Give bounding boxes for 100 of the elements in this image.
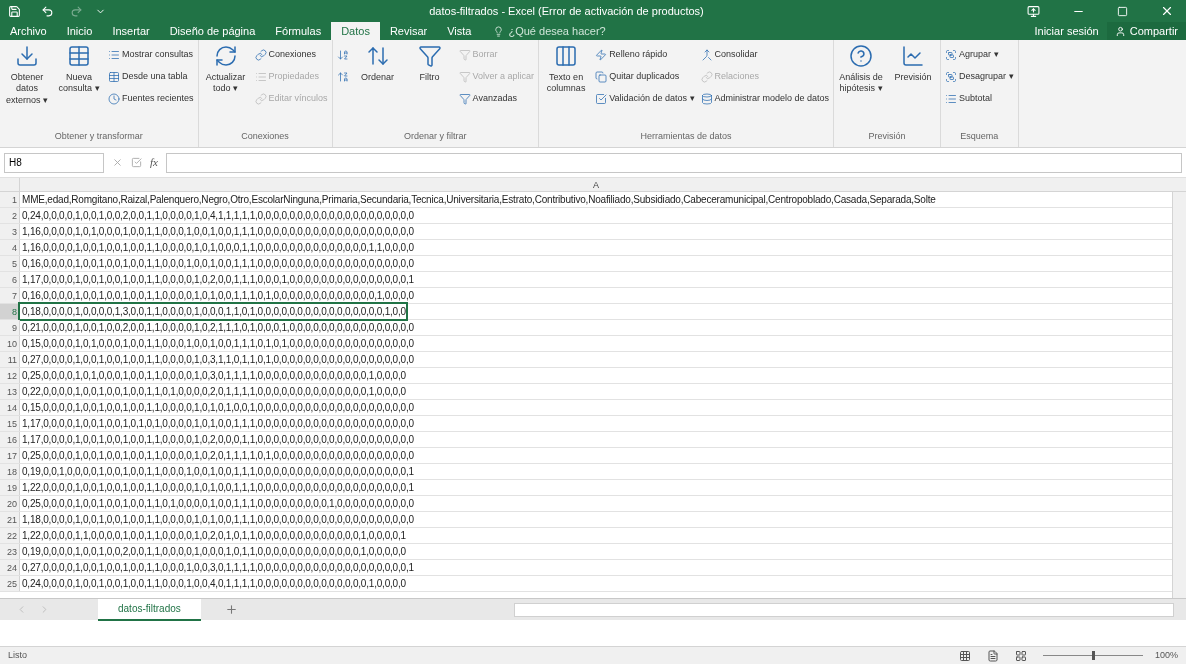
close-icon[interactable] [1160,4,1174,18]
row-header[interactable]: 1 [0,192,20,207]
enter-icon[interactable] [131,157,142,168]
normal-view-icon[interactable] [958,649,971,662]
tell-me-field[interactable]: ¿Qué desea hacer? [485,22,637,40]
ribbon-button[interactable]: Desagrupar ▾ [943,66,1016,88]
ribbon-tab[interactable]: Vista [437,22,482,40]
ribbon-button[interactable]: Agrupar ▾ [943,44,1016,66]
row-header[interactable]: 9 [0,320,20,335]
ribbon-group-label: Ordenar y filtrar [403,129,468,143]
row-header[interactable]: 18 [0,464,20,479]
ribbon-button[interactable]: Administrar modelo de datos [698,88,832,110]
formula-field[interactable] [165,152,1182,173]
ribbon-button[interactable]: Mostrar consultas [106,44,196,66]
row-header[interactable]: 7 [0,288,20,303]
ribbon-tab[interactable]: Diseño de página [159,22,266,40]
row-header[interactable]: 20 [0,496,20,511]
sign-in-link[interactable]: Iniciar sesión [1026,22,1107,40]
zoom-thumb[interactable] [1091,651,1095,660]
ribbon-button[interactable]: Actualizar todo ▾ [200,44,251,95]
ribbon-button[interactable]: Subtotal [943,88,1016,110]
database-icon [700,93,713,105]
table-cell-text: 0,27,0,0,0,0,1,0,0,1,0,0,1,0,0,1,1,0,0,0,0,1,0,3,1,1,0,1,1,0,1,0,0,0,0,0,0,0,0,0,0,0,0,0,0,0,0,0,0 [21,353,414,367]
ribbon-tab[interactable]: Datos [331,22,380,40]
table-cell-text: MME,edad,Romgitano,Raizal,Palenquero,Negro,Otro,EscolarNinguna,Primaria,Secundaria,Tecnica,Universitaria,Estrato,Contributivo,Noafiliado,Subsidiado,Cabeceramunicipal,Centropoblado,Casada,Separada,Solte [21,193,936,207]
row-header[interactable]: 17 [0,448,20,463]
table-cell: 0,18,0,0,0,0,1,0,0,0,0,1,3,0,0,1,1,0,0,0,0,1,0,0,0,1,1,0,1,0,0,0,0,0,0,0,0,0,0,0,0,0,0,0,0,1,0,0 [20,304,406,319]
ribbon-button[interactable]: Quitar duplicados [593,66,697,88]
row-header[interactable]: 11 [0,352,20,367]
sort-ascending-icon [336,49,349,61]
ribbon-tab[interactable]: Insertar [102,22,160,40]
row-header[interactable]: 16 [0,432,20,447]
ribbon-button[interactable]: Relleno rápido [593,44,697,66]
row-header[interactable]: 24 [0,560,20,575]
row-header[interactable]: 6 [0,272,20,287]
insert-function-button[interactable]: fx [150,154,158,171]
ribbon-button[interactable]: Texto en columnas [541,44,592,95]
window-title: datos-filtrados - Excel (Error de activación de productos) [428,3,705,19]
zoom-level[interactable]: 100% [1154,648,1178,663]
row-header[interactable]: 12 [0,368,20,383]
horizontal-scrollbar[interactable] [514,602,1174,617]
row-header[interactable]: 25 [0,576,20,591]
group-icon [945,71,958,83]
ribbon-tab[interactable]: Inicio [56,22,103,40]
row-header[interactable]: 22 [0,528,20,543]
ribbon-button[interactable]: Nueva consulta ▾ [54,44,104,95]
table-cell-text: 0,16,0,0,0,0,1,0,0,1,0,0,1,0,0,1,1,0,0,0,0,1,0,1,0,0,1,1,1,0,1,0,0,0,0,0,0,0,0,0,0,0,0,0,1,0,0,0,0 [21,289,414,303]
row-header[interactable]: 4 [0,240,20,255]
page-layout-icon[interactable] [986,649,999,662]
ribbon-button[interactable]: Filtro [404,44,455,84]
table-cell-text: 1,16,0,0,0,0,1,0,0,1,0,0,1,0,0,1,1,0,0,0,0,1,0,1,0,0,0,1,1,0,0,0,0,0,0,0,0,0,0,0,0,0,0,1,1,0,0,0,0 [21,241,414,255]
sort-icon [365,44,390,68]
refresh-icon [213,44,238,68]
ribbon-button[interactable]: Consolidar [698,44,832,66]
table-cell-text: 0,21,0,0,0,0,1,0,0,1,0,0,2,0,0,1,1,0,0,0,0,1,0,2,1,1,1,0,1,0,0,0,1,0,0,0,0,0,0,0,0,0,0,0,0,0,0,0,0 [21,321,414,335]
sheet-tab[interactable]: datos-filtrados [98,598,201,621]
filter-icon [458,49,471,61]
ribbon-button[interactable]: Previsión [888,44,939,84]
vertical-scrollbar[interactable] [1172,192,1186,598]
undo-icon[interactable] [41,4,54,18]
table-cell-text: 0,15,0,0,0,0,1,0,0,1,0,0,1,0,0,1,1,0,0,0,0,1,0,1,0,1,0,0,1,0,0,0,0,0,0,0,0,0,0,0,0,0,0,0,0,0,0,0,0 [21,401,414,415]
ribbon-button[interactable]: Ordenar [352,44,403,84]
row-header[interactable]: 14 [0,400,20,415]
row-header[interactable]: 5 [0,256,20,271]
ribbon-button[interactable]: Desde una tabla [106,66,196,88]
page-break-icon[interactable] [1014,649,1027,662]
ribbon-tab[interactable]: Archivo [0,22,57,40]
row-header[interactable]: 3 [0,224,20,239]
table-cell-text: 0,25,0,0,0,0,1,0,0,1,0,0,1,0,0,1,1,0,0,0,0,1,0,2,0,1,1,1,1,0,1,0,0,0,0,0,0,0,0,0,0,0,0,0,0,0,0,0,0 [21,449,414,463]
checkbox-icon [595,93,608,105]
new-sheet-icon[interactable] [224,603,238,616]
name-box[interactable]: H8 [4,152,104,173]
ribbon-button[interactable]: Obtener datos externos ▾ [2,44,52,106]
row-header[interactable]: 2 [0,208,20,223]
ribbon-tab[interactable]: Fórmulas [265,22,332,40]
row-header[interactable]: 21 [0,512,20,527]
table-cell-text: 0,19,0,0,1,0,0,0,0,1,0,0,1,0,0,1,1,0,0,0,1,0,0,1,0,0,1,1,1,0,0,0,0,0,0,0,0,0,0,0,0,0,0,0,0,0,0,0,1 [21,465,414,479]
row-header[interactable]: 23 [0,544,20,559]
ribbon-button[interactable]: Fuentes recientes [106,88,196,110]
ribbon-group-label: Obtener y transformar [53,129,144,143]
cancel-icon[interactable] [112,157,123,168]
sort-descending-icon [336,71,349,83]
maximize-icon[interactable] [1117,5,1128,17]
list-icon [945,93,958,105]
person-icon [1114,25,1126,37]
save-icon[interactable] [8,4,21,18]
ribbon-button[interactable]: Validación de datos ▾ [593,88,697,110]
row-header[interactable]: 10 [0,336,20,351]
ribbon-button[interactable]: Análisis de hipótesis ▾ [836,44,887,95]
zoom-slider[interactable] [1042,650,1143,661]
ribbon-display-icon[interactable] [1027,4,1040,18]
ribbon-button[interactable]: Avanzadas [456,88,537,110]
row-header[interactable]: 19 [0,480,20,495]
row-header[interactable]: 15 [0,416,20,431]
share-button[interactable]: Compartir [1106,22,1186,40]
row-header[interactable]: 13 [0,384,20,399]
ribbon-button[interactable]: Conexiones [252,44,330,66]
lightbulb-icon [493,25,505,37]
ribbon-tab[interactable]: Revisar [379,22,438,40]
clock-icon [108,93,120,105]
